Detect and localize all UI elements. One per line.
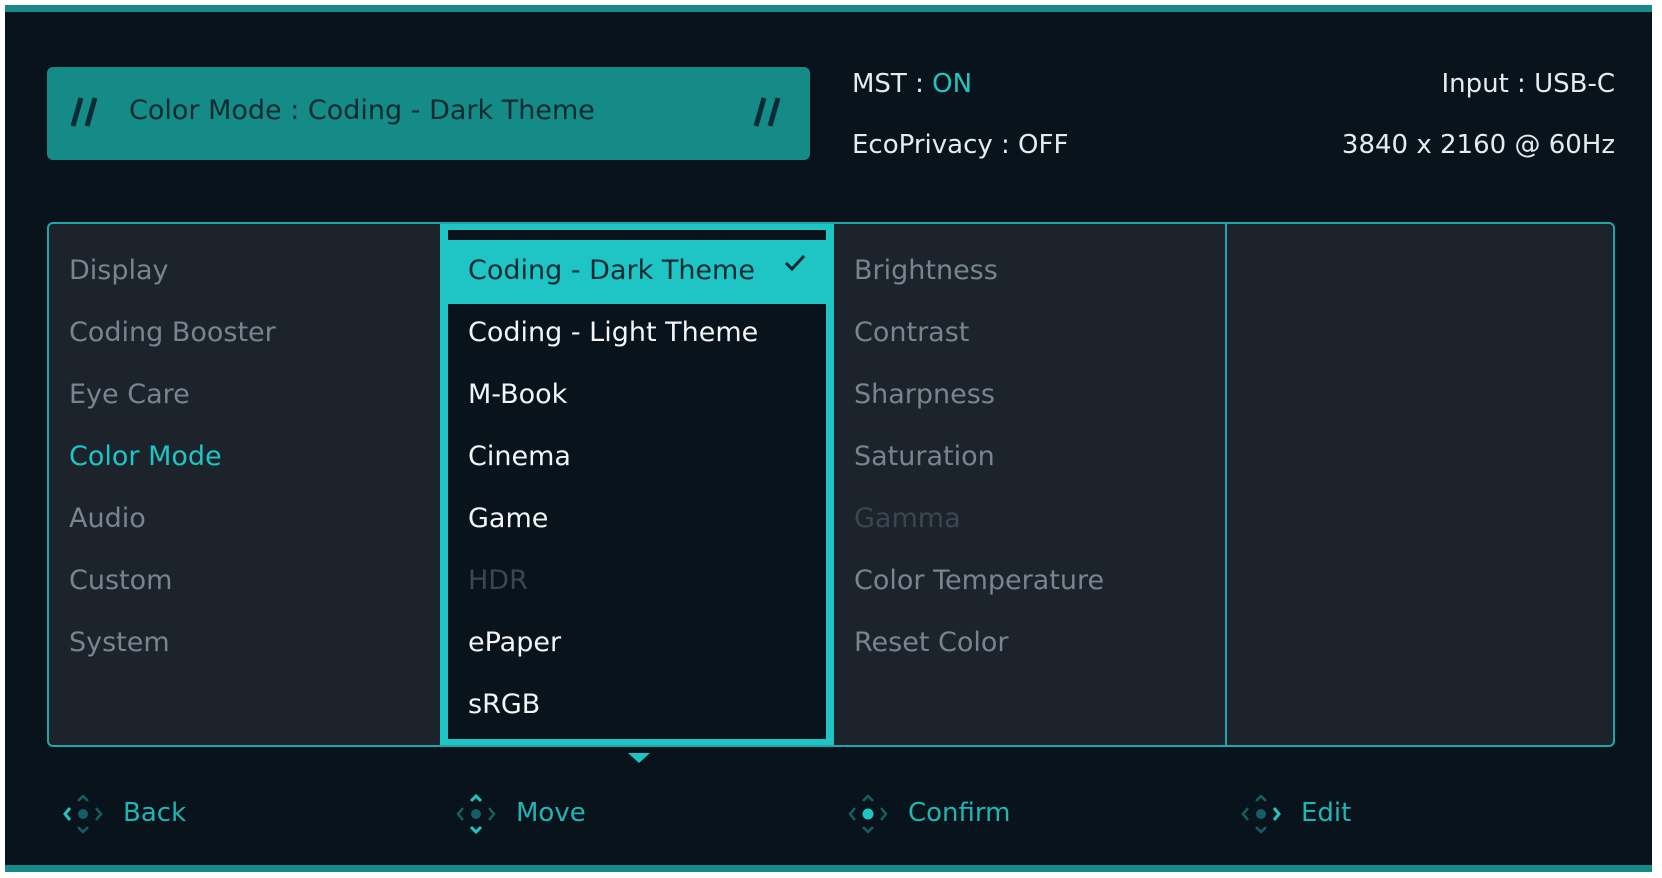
- main-menu: Display Coding Booster Eye Care Color Mo…: [49, 224, 440, 745]
- menu-item-coding-booster[interactable]: Coding Booster: [69, 313, 276, 353]
- double-slash-icon: [70, 97, 98, 127]
- input-status: Input : USB-C: [1441, 69, 1615, 99]
- setting-color-temperature[interactable]: Color Temperature: [854, 561, 1104, 601]
- joystick-right-icon: [1241, 794, 1281, 834]
- hint-edit-label: Edit: [1301, 798, 1352, 828]
- hint-move-label: Move: [516, 798, 586, 828]
- color-mode-coding-dark[interactable]: Coding - Dark Theme: [468, 251, 755, 291]
- checkmark-icon: [784, 254, 806, 272]
- menu-item-audio[interactable]: Audio: [69, 499, 146, 539]
- menu-item-display[interactable]: Display: [69, 251, 169, 291]
- menu-item-custom[interactable]: Custom: [69, 561, 172, 601]
- color-mode-list: Coding - Dark Theme Coding - Light Theme…: [440, 224, 834, 745]
- color-mode-list-body: Coding - Dark Theme Coding - Light Theme…: [448, 230, 826, 739]
- value-panel: [1225, 224, 1613, 745]
- ecoprivacy-status: EcoPrivacy : OFF: [852, 130, 1069, 160]
- color-mode-coding-light[interactable]: Coding - Light Theme: [468, 313, 758, 353]
- setting-saturation[interactable]: Saturation: [854, 437, 995, 477]
- color-mode-srgb[interactable]: sRGB: [468, 685, 540, 725]
- color-mode-hdr: HDR: [468, 565, 528, 596]
- setting-brightness[interactable]: Brightness: [854, 251, 998, 291]
- top-accent-bar: [5, 5, 1652, 12]
- menu-item-color-mode[interactable]: Color Mode: [69, 437, 222, 477]
- menu-item-eye-care[interactable]: Eye Care: [69, 375, 190, 415]
- color-mode-epaper[interactable]: ePaper: [468, 623, 561, 663]
- color-mode-m-book[interactable]: M-Book: [468, 375, 567, 415]
- hint-confirm-label: Confirm: [908, 798, 1011, 828]
- page-title: Color Mode : Coding - Dark Theme: [129, 95, 595, 126]
- color-mode-game[interactable]: Game: [468, 499, 548, 539]
- scroll-down-icon[interactable]: [628, 753, 650, 763]
- joystick-press-icon: [848, 794, 888, 834]
- color-mode-cinema[interactable]: Cinema: [468, 437, 571, 477]
- setting-gamma: Gamma: [854, 503, 961, 534]
- mst-label: MST :: [852, 69, 933, 99]
- mst-value: ON: [932, 69, 973, 99]
- setting-reset-color[interactable]: Reset Color: [854, 623, 1009, 663]
- menu-item-system[interactable]: System: [69, 623, 170, 663]
- joystick-up-down-icon: [456, 793, 496, 835]
- setting-sharpness[interactable]: Sharpness: [854, 375, 995, 415]
- joystick-left-icon: [63, 794, 103, 834]
- mst-status: MST : ON: [852, 69, 972, 99]
- double-slash-icon: [753, 97, 781, 127]
- settings-list: Brightness Contrast Sharpness Saturation…: [834, 224, 1225, 745]
- bottom-accent-bar: [5, 865, 1652, 872]
- menu-panel: Display Coding Booster Eye Care Color Mo…: [47, 222, 1615, 747]
- hint-back-label: Back: [123, 798, 187, 828]
- title-bar: Color Mode : Coding - Dark Theme: [47, 67, 810, 160]
- osd-screen: Color Mode : Coding - Dark Theme MST : O…: [5, 5, 1652, 872]
- setting-contrast[interactable]: Contrast: [854, 313, 969, 353]
- resolution-status: 3840 x 2160 @ 60Hz: [1341, 130, 1615, 160]
